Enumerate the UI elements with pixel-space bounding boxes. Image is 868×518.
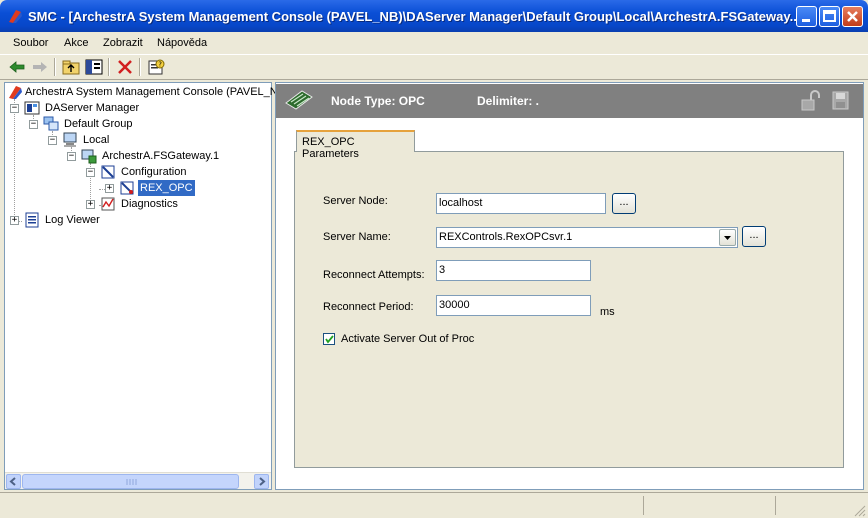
- up-folder-button[interactable]: [60, 57, 82, 77]
- show-tree-icon: [85, 59, 103, 75]
- expand-icon[interactable]: +: [86, 200, 95, 209]
- opc-node-icon: [285, 90, 313, 110]
- menu-akce[interactable]: Akce: [64, 37, 88, 49]
- configuration-icon: [101, 165, 115, 179]
- chevron-down-icon: [724, 236, 731, 240]
- activate-server-label: Activate Server Out of Proc: [341, 333, 475, 345]
- collapse-icon[interactable]: −: [86, 168, 95, 177]
- server-name-label: Server Name:: [323, 231, 391, 243]
- tree-item-label: Local: [83, 134, 110, 146]
- back-button[interactable]: [6, 57, 28, 77]
- window-title: SMC - [ArchestrA System Management Conso…: [28, 9, 805, 24]
- resize-grip-icon[interactable]: [852, 503, 866, 517]
- tree-item-label: REX_OPC: [138, 180, 195, 196]
- server-name-browse-button[interactable]: ...: [742, 226, 766, 247]
- back-arrow-icon: [9, 61, 25, 73]
- minimize-button[interactable]: [796, 6, 817, 27]
- maximize-button[interactable]: [819, 6, 840, 27]
- tree-item-label: Log Viewer: [45, 214, 100, 226]
- checkmark-icon: [325, 335, 334, 344]
- smc-app-icon: [9, 86, 22, 99]
- reconnect-period-label: Reconnect Period:: [323, 301, 414, 313]
- group-icon: [43, 116, 59, 131]
- maximize-icon: [823, 10, 836, 22]
- minimize-icon: [802, 19, 810, 22]
- log-viewer-icon: [25, 212, 39, 228]
- reconnect-attempts-label: Reconnect Attempts:: [323, 269, 425, 281]
- server-node-label: Server Node:: [323, 195, 388, 207]
- scroll-left-button[interactable]: [6, 474, 21, 489]
- properties-button[interactable]: ?: [145, 57, 167, 77]
- activate-server-checkbox[interactable]: [323, 333, 335, 345]
- status-bar: [0, 492, 868, 518]
- expand-icon[interactable]: +: [105, 184, 114, 193]
- computer-icon: [63, 132, 77, 147]
- tree-horizontal-scrollbar[interactable]: [5, 472, 271, 489]
- server-node-input[interactable]: localhost: [436, 193, 606, 214]
- tree-item-label: Configuration: [121, 166, 187, 178]
- collapse-icon[interactable]: −: [29, 120, 38, 129]
- server-node-browse-button[interactable]: ...: [612, 193, 636, 214]
- node-type-label: Node Type: OPC: [331, 94, 425, 108]
- reconnect-attempts-input[interactable]: 3: [436, 260, 591, 281]
- tree-item-label: DAServer Manager: [45, 102, 140, 114]
- up-folder-icon: [62, 60, 80, 75]
- svg-text:?: ?: [158, 61, 162, 69]
- menu-soubor[interactable]: Soubor: [13, 37, 48, 49]
- server-name-select[interactable]: REXControls.RexOPCsvr.1: [436, 227, 738, 248]
- properties-icon: ?: [148, 59, 165, 75]
- forward-arrow-icon: [33, 62, 47, 72]
- collapse-icon[interactable]: −: [10, 104, 19, 113]
- tab-rex-opc-parameters[interactable]: REX_OPC Parameters: [296, 130, 415, 160]
- show-tree-button[interactable]: [83, 57, 105, 77]
- reconnect-period-input[interactable]: 30000: [436, 295, 591, 316]
- scroll-right-button[interactable]: [254, 474, 269, 489]
- menu-zobrazit[interactable]: Zobrazit: [103, 37, 143, 49]
- tree-pane[interactable]: ArchestrA System Management Console (PAV…: [4, 82, 278, 490]
- grip-icon: [126, 479, 137, 485]
- save-icon[interactable]: [830, 90, 852, 112]
- scroll-thumb[interactable]: [22, 474, 239, 489]
- server-name-value: REXControls.RexOPCsvr.1: [439, 231, 573, 243]
- tree-item-label: ArchestrA.FSGateway.1: [102, 150, 220, 162]
- reconnect-period-unit: ms: [600, 306, 615, 318]
- close-button[interactable]: [842, 6, 863, 27]
- toolbar-separator: [139, 58, 141, 76]
- server-name-dropdown-button[interactable]: [719, 229, 736, 246]
- tree-item-label: Diagnostics: [121, 198, 178, 210]
- tree-item-label: ArchestrA System Management Console (PAV…: [25, 86, 278, 98]
- collapse-icon[interactable]: −: [67, 152, 76, 161]
- chevron-right-icon: [259, 477, 266, 486]
- lock-icon[interactable]: [800, 90, 822, 112]
- server-manager-icon: [24, 101, 40, 115]
- toolbar-separator: [54, 58, 56, 76]
- toolbar-separator: [108, 58, 110, 76]
- gateway-server-icon: [81, 149, 97, 164]
- chevron-left-icon: [9, 477, 16, 486]
- forward-button[interactable]: [29, 57, 51, 77]
- tree-item-label: Default Group: [64, 118, 133, 130]
- smc-app-icon: [9, 10, 22, 23]
- opc-channel-icon: [120, 181, 134, 195]
- delimiter-label: Delimiter: .: [477, 94, 540, 108]
- close-icon: [847, 11, 858, 22]
- collapse-icon[interactable]: −: [48, 136, 57, 145]
- delete-button[interactable]: [114, 57, 136, 77]
- menu-napoveda[interactable]: Nápověda: [157, 37, 207, 49]
- diagnostics-icon: [101, 197, 115, 211]
- expand-icon[interactable]: +: [10, 216, 19, 225]
- delete-icon: [118, 60, 132, 74]
